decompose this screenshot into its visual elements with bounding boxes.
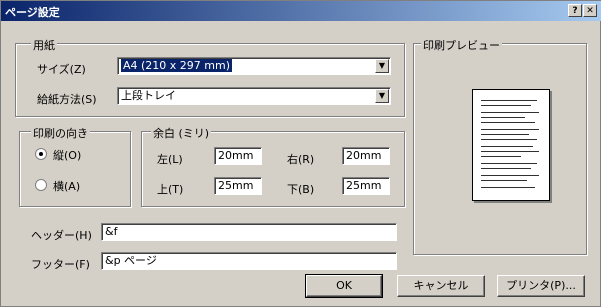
margin-left-input[interactable]: 20mm (214, 147, 262, 165)
margin-bottom-input[interactable]: 25mm (342, 177, 390, 195)
portrait-radio[interactable] (35, 148, 47, 160)
preview-group-label: 印刷プレビュー (421, 37, 502, 53)
margin-top-label: 上(T) (157, 183, 184, 196)
help-button[interactable]: ? (568, 4, 582, 17)
cancel-button[interactable]: キャンセル (397, 275, 485, 297)
ok-button[interactable]: OK (305, 274, 383, 298)
margin-top-input[interactable]: 25mm (214, 177, 262, 195)
footer-label: フッター(F) (31, 258, 90, 271)
window-title: ページ設定 (5, 6, 60, 19)
paper-group-label: 用紙 (31, 37, 57, 53)
paper-size-value: A4 (210 x 297 mm) (121, 59, 233, 72)
margin-right-input[interactable]: 20mm (342, 147, 390, 165)
portrait-label[interactable]: 縦(O) (53, 147, 81, 163)
landscape-label[interactable]: 横(A) (53, 178, 80, 194)
header-label: ヘッダー(H) (31, 229, 92, 242)
paper-source-value: 上段トレイ (121, 89, 176, 102)
preview-page (472, 89, 550, 201)
chevron-down-icon[interactable]: ▼ (375, 59, 389, 73)
footer-input[interactable]: &p ページ (101, 252, 397, 270)
margin-left-label: 左(L) (157, 153, 183, 166)
orientation-group (19, 131, 131, 207)
page-setup-dialog: ページ設定 ? ✕ 用紙 サイズ(Z) A4 (210 x 297 mm) ▼ … (0, 0, 601, 307)
paper-size-label: サイズ(Z) (37, 63, 86, 76)
printer-button[interactable]: プリンタ(P)... (497, 275, 585, 297)
header-input[interactable]: &f (101, 223, 397, 241)
paper-source-select[interactable]: 上段トレイ ▼ (117, 87, 391, 105)
margins-group-label: 余白 (ミリ) (151, 125, 212, 141)
landscape-radio[interactable] (35, 179, 47, 191)
close-button[interactable]: ✕ (583, 4, 597, 17)
orientation-group-label: 印刷の向き (31, 125, 90, 141)
paper-source-label: 給紙方法(S) (37, 93, 97, 106)
margin-bottom-label: 下(B) (287, 183, 315, 196)
chevron-down-icon[interactable]: ▼ (375, 89, 389, 103)
title-bar[interactable]: ページ設定 ? ✕ (1, 1, 601, 21)
paper-size-select[interactable]: A4 (210 x 297 mm) ▼ (117, 57, 391, 75)
margin-right-label: 右(R) (287, 153, 315, 166)
